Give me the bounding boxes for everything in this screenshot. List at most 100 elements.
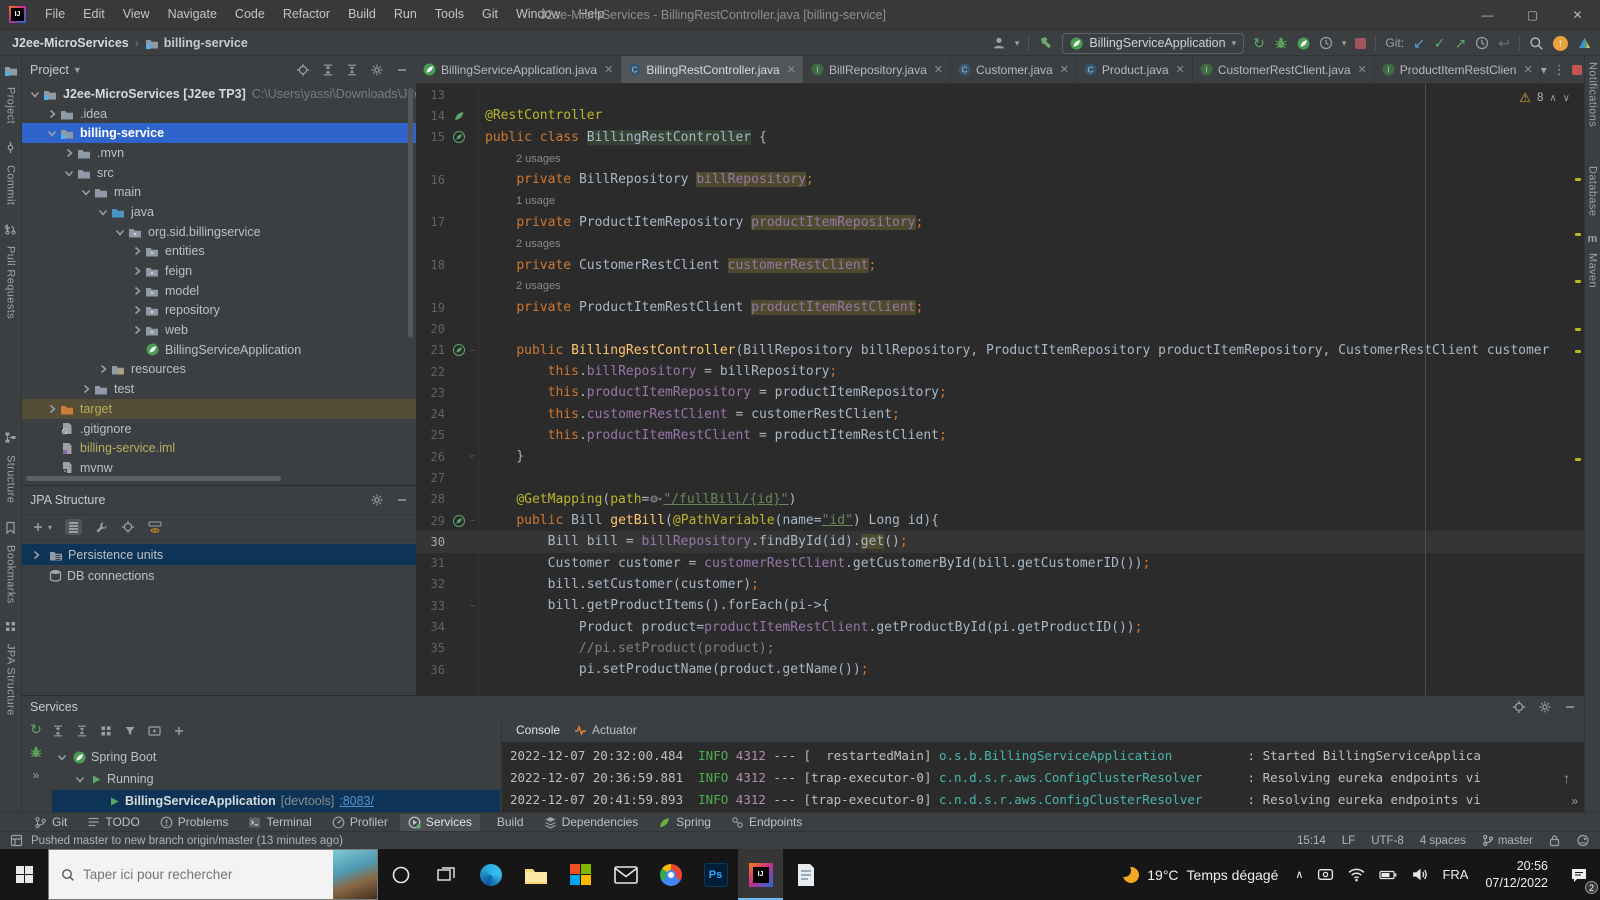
stripe-button-commit[interactable]: Commit <box>5 165 17 205</box>
indent-indicator[interactable]: 4 spaces <box>1420 835 1466 847</box>
project-tree-item-entities[interactable]: entities <box>22 242 416 262</box>
run-with-coverage-icon[interactable] <box>1297 37 1310 50</box>
stripe-button-database[interactable]: Database <box>1587 166 1599 216</box>
run-configuration-select[interactable]: BillingServiceApplication ▾ <box>1062 32 1245 54</box>
history-icon[interactable] <box>1475 36 1489 50</box>
toolwindow-button-services[interactable]: Services <box>399 813 480 831</box>
undo-icon[interactable]: ↩ <box>1498 36 1510 50</box>
toolwindow-button-build[interactable]: Build <box>484 814 532 831</box>
notification-center-button[interactable]: 2 <box>1558 849 1600 900</box>
project-hscrollbar[interactable] <box>26 476 281 481</box>
close-button[interactable]: ✕ <box>1555 0 1600 29</box>
chevron-right-icon[interactable] <box>79 383 93 395</box>
code-line-20[interactable]: 20 <box>416 318 1584 339</box>
taskbar-app-notepad[interactable] <box>783 849 828 900</box>
stripe-button-structure[interactable]: Structure <box>5 455 17 503</box>
toolwindow-button-git[interactable]: Git <box>26 814 75 831</box>
filter-icon[interactable] <box>124 725 136 737</box>
git-commit-icon[interactable]: ✓ <box>1434 36 1446 50</box>
next-problem-icon[interactable]: ∨ <box>1563 93 1570 104</box>
prev-problem-icon[interactable]: ∧ <box>1549 93 1556 104</box>
code-line-32[interactable]: 32 bill.setCustomer(customer); <box>416 574 1584 595</box>
code-line-35[interactable]: 35 //pi.setProduct(product); <box>416 638 1584 659</box>
chevron-right-icon[interactable] <box>96 363 110 375</box>
code-line-21[interactable]: 21 − public BillingRestController(BillRep… <box>416 340 1584 361</box>
code-line-24[interactable]: 24 this.customerRestClient = customerRes… <box>416 403 1584 424</box>
service-item-running[interactable]: Running <box>52 768 500 790</box>
menu-item-build[interactable]: Build <box>339 0 385 29</box>
settings-icon[interactable] <box>1538 700 1552 714</box>
menu-item-navigate[interactable]: Navigate <box>159 0 226 29</box>
debug-icon[interactable] <box>29 745 43 759</box>
code-line-34[interactable]: 34 Product product=productItemRestClient… <box>416 616 1584 637</box>
project-tree-item-feign[interactable]: feign <box>22 261 416 281</box>
taskbar-app-file-explorer[interactable] <box>513 849 558 900</box>
chevron-right-icon[interactable] <box>62 147 76 159</box>
project-tree-item-resources[interactable]: resources <box>22 360 416 380</box>
project-tree-item-gitignore[interactable]: .gitignore <box>22 419 416 439</box>
code-line-26[interactable]: 26 ⌐ } <box>416 446 1584 467</box>
editor-tab-customer-java[interactable]: C Customer.java ✕ <box>951 56 1077 83</box>
stripe-button-maven[interactable]: Maven <box>1587 253 1599 288</box>
close-tab-icon[interactable]: ✕ <box>604 63 613 76</box>
usage-inlay-hint[interactable]: 2 usages <box>416 148 1584 169</box>
project-tree-item-main[interactable]: main <box>22 182 416 202</box>
chevron-down-icon[interactable] <box>79 186 93 198</box>
stripe-button-pull-requests[interactable]: Pull Requests <box>5 246 17 319</box>
editor-tab-productitemrestclien[interactable]: I ProductItemRestClien ✕ <box>1375 56 1541 83</box>
encoding-indicator[interactable]: UTF-8 <box>1371 835 1404 847</box>
menu-item-code[interactable]: Code <box>226 0 274 29</box>
add-service-icon[interactable] <box>173 725 185 737</box>
chevron-down-icon[interactable] <box>28 88 42 100</box>
chevron-right-icon[interactable] <box>130 324 144 336</box>
git-branch-widget[interactable]: master <box>1482 834 1533 847</box>
editor-tab-customerrestclient-java[interactable]: I CustomerRestClient.java ✕ <box>1193 56 1375 83</box>
collapse-all-icon[interactable] <box>346 64 358 76</box>
console-tab-console[interactable]: Console <box>516 723 560 737</box>
code-line-23[interactable]: 23 this.productItemRepository = productI… <box>416 382 1584 403</box>
code-line-13[interactable]: 13 <box>416 84 1584 105</box>
chevron-right-icon[interactable] <box>130 265 144 277</box>
rerun-icon[interactable]: ↻ <box>1253 36 1265 50</box>
close-tab-icon[interactable]: ✕ <box>1060 63 1069 76</box>
expand-all-icon[interactable] <box>52 725 64 737</box>
menu-item-run[interactable]: Run <box>385 0 426 29</box>
project-tree-item-src[interactable]: src <box>22 163 416 183</box>
code-line-33[interactable]: 33 − bill.getProductItems().forEach(pi->{ <box>416 595 1584 616</box>
taskbar-weather[interactable]: 19°C Temps dégagé <box>1113 863 1288 883</box>
rest-path-icon[interactable] <box>650 494 663 504</box>
git-update-icon[interactable]: ↙ <box>1413 36 1425 50</box>
stripe-button-bookmarks[interactable]: Bookmarks <box>5 545 17 604</box>
task-view-button[interactable] <box>423 849 468 900</box>
taskbar-app-microsoft-store[interactable] <box>558 849 603 900</box>
wifi-icon[interactable] <box>1341 849 1372 900</box>
project-tree-item-mvnw[interactable]: mvnw <box>22 458 416 478</box>
code-editor[interactable]: 13 14 @RestController 15 public class Billin… <box>416 84 1584 695</box>
menu-item-view[interactable]: View <box>114 0 159 29</box>
open-in-new-frame-icon[interactable] <box>148 725 161 737</box>
locate-icon[interactable] <box>1512 700 1526 714</box>
menu-item-git[interactable]: Git <box>473 0 507 29</box>
code-line-30[interactable]: 30 Bill bill = billRepository.findById(i… <box>416 531 1584 553</box>
code-with-me-icon[interactable] <box>1577 36 1592 51</box>
language-indicator[interactable]: FRA <box>1435 849 1475 900</box>
breadcrumb-project[interactable]: J2ee-MicroServices <box>12 36 129 50</box>
project-tree-item-java[interactable]: java <box>22 202 416 222</box>
project-tree-item-repository[interactable]: repository <box>22 301 416 321</box>
code-line-22[interactable]: 22 this.billRepository = billRepository; <box>416 361 1584 382</box>
project-tree-item-target[interactable]: target <box>22 399 416 419</box>
line-ending-indicator[interactable]: LF <box>1342 835 1355 847</box>
toolwindow-button-problems[interactable]: Problems <box>152 814 237 831</box>
chevron-right-icon[interactable] <box>28 549 44 561</box>
project-vscrollbar[interactable] <box>408 88 413 338</box>
jpa-console-icon[interactable] <box>95 521 108 534</box>
project-tree-item-j2ee-microservices-j2ee-tp3[interactable]: J2ee-MicroServices [J2ee TP3] C:\Users\ya… <box>22 84 416 104</box>
close-tab-icon[interactable]: ✕ <box>934 63 943 76</box>
add-icon[interactable] <box>32 521 44 533</box>
menu-item-refactor[interactable]: Refactor <box>274 0 339 29</box>
project-tree-item-org-sid-billingservice[interactable]: org.sid.billingservice <box>22 222 416 242</box>
user-icon[interactable] <box>992 36 1006 50</box>
toolwindow-button-terminal[interactable]: Terminal <box>240 814 319 831</box>
hide-panel-icon[interactable] <box>1564 701 1576 713</box>
minimize-button[interactable]: — <box>1465 0 1510 29</box>
